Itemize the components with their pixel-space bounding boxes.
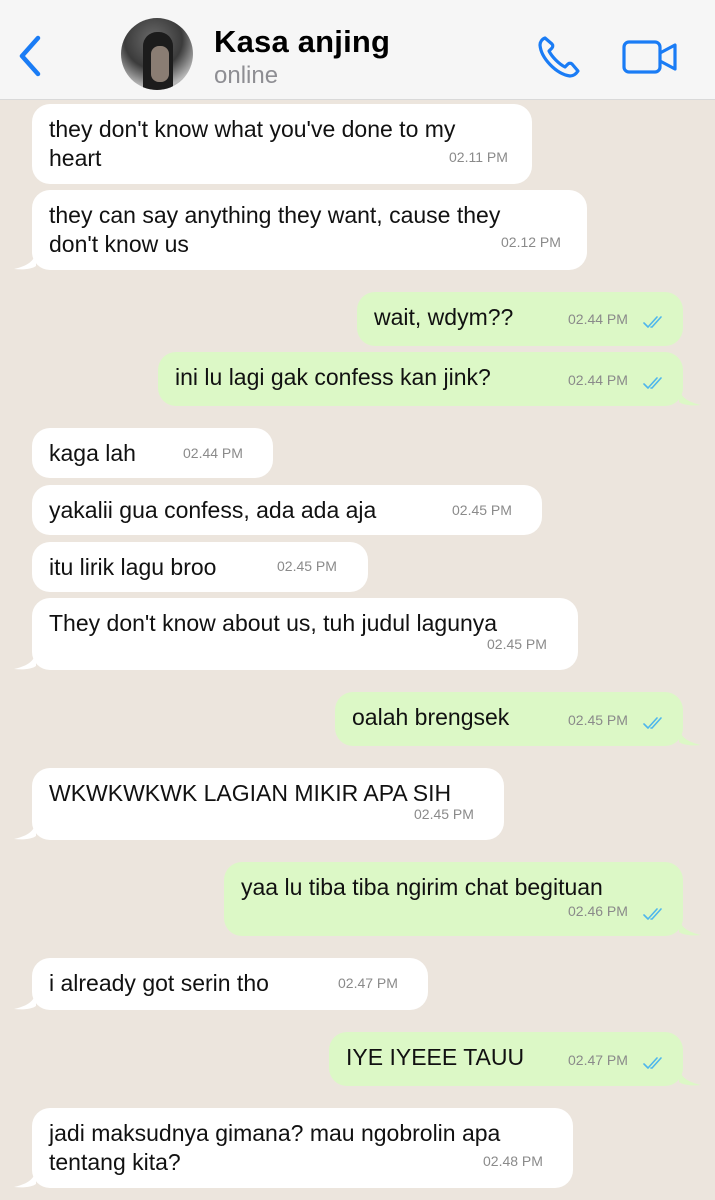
message-text: IYE IYEEE TAUU — [346, 1044, 525, 1070]
message-timestamp: 02.12 PM — [501, 234, 561, 250]
contact-avatar[interactable] — [121, 18, 193, 90]
outgoing-message-bubble[interactable]: oalah brengsek 02.45 PM — [335, 692, 683, 746]
message-text: i already got serin tho — [49, 970, 269, 996]
incoming-message-bubble[interactable]: WKWKWKWK LAGIAN MIKIR APA SIH 02.45 PM — [32, 768, 504, 840]
phone-call-icon[interactable] — [536, 34, 582, 80]
message-timestamp: 02.47 PM — [568, 1052, 628, 1068]
message-timestamp: 02.44 PM — [568, 372, 628, 388]
outgoing-message-bubble[interactable]: ini lu lagi gak confess kan jink? 02.44 P… — [158, 352, 683, 406]
bubble-tail — [679, 914, 701, 936]
back-chevron-icon[interactable] — [14, 34, 48, 78]
message-text: WKWKWKWK LAGIAN MIKIR APA SIH — [49, 780, 452, 806]
message-text: ini lu lagi gak confess kan jink? — [175, 364, 491, 390]
message-text: wait, wdym?? — [374, 304, 514, 330]
outgoing-message-bubble[interactable]: wait, wdym?? 02.44 PM — [357, 292, 683, 346]
message-timestamp: 02.45 PM — [277, 558, 337, 574]
read-receipt-double-check-icon — [643, 377, 662, 389]
message-timestamp: 02.11 PM — [449, 149, 508, 165]
bubble-tail — [14, 248, 36, 270]
message-timestamp: 02.45 PM — [568, 712, 628, 728]
message-timestamp: 02.44 PM — [568, 311, 628, 327]
bubble-tail — [14, 988, 36, 1010]
message-timestamp: 02.45 PM — [452, 502, 512, 518]
message-text: oalah brengsek — [352, 704, 510, 730]
incoming-message-bubble[interactable]: jadi maksudnya gimana? mau ngobrolin apa… — [32, 1108, 573, 1188]
incoming-message-bubble[interactable]: itu lirik lagu broo 02.45 PM — [32, 542, 368, 592]
message-timestamp: 02.47 PM — [338, 975, 398, 991]
message-text: yaa lu tiba tiba ngirim chat begituan — [241, 874, 603, 900]
chat-header: Kasa anjing online — [0, 0, 715, 100]
message-timestamp: 02.44 PM — [183, 445, 243, 461]
contact-name[interactable]: Kasa anjing — [214, 24, 390, 60]
incoming-message-bubble[interactable]: kaga lah 02.44 PM — [32, 428, 273, 478]
message-text: they don't know what you've done to my h… — [49, 116, 456, 171]
contact-status: online — [214, 62, 279, 89]
message-timestamp: 02.48 PM — [483, 1153, 543, 1169]
read-receipt-double-check-icon — [643, 1057, 662, 1069]
outgoing-message-bubble[interactable]: yaa lu tiba tiba ngirim chat begituan 02.… — [224, 862, 683, 936]
incoming-message-bubble[interactable]: i already got serin tho 02.47 PM — [32, 958, 428, 1010]
message-text: kaga lah — [49, 440, 136, 466]
message-text: jadi maksudnya gimana? mau ngobrolin apa… — [49, 1120, 501, 1175]
incoming-message-bubble[interactable]: yakalii gua confess, ada ada aja 02.45 PM — [32, 485, 542, 535]
bubble-tail — [679, 1064, 701, 1086]
bubble-tail — [679, 384, 701, 406]
read-receipt-double-check-icon — [643, 908, 662, 920]
message-timestamp: 02.46 PM — [568, 903, 628, 919]
bubble-tail — [14, 648, 36, 670]
incoming-message-bubble[interactable]: they can say anything they want, cause t… — [32, 190, 587, 270]
message-timestamp: 02.45 PM — [487, 636, 547, 652]
video-call-icon[interactable] — [622, 38, 678, 76]
message-text: itu lirik lagu broo — [49, 554, 217, 580]
incoming-message-bubble[interactable]: they don't know what you've done to my h… — [32, 104, 532, 184]
message-text: yakalii gua confess, ada ada aja — [49, 497, 377, 523]
outgoing-message-bubble[interactable]: IYE IYEEE TAUU 02.47 PM — [329, 1032, 683, 1086]
message-text: they can say anything they want, cause t… — [49, 202, 501, 257]
incoming-message-bubble[interactable]: They don't know about us, tuh judul lagu… — [32, 598, 578, 670]
message-timestamp: 02.45 PM — [414, 806, 474, 822]
read-receipt-double-check-icon — [643, 717, 662, 729]
bubble-tail — [14, 1166, 36, 1188]
read-receipt-double-check-icon — [643, 316, 662, 328]
message-text: They don't know about us, tuh judul lagu… — [49, 610, 498, 636]
bubble-tail — [14, 818, 36, 840]
bubble-tail — [679, 724, 701, 746]
